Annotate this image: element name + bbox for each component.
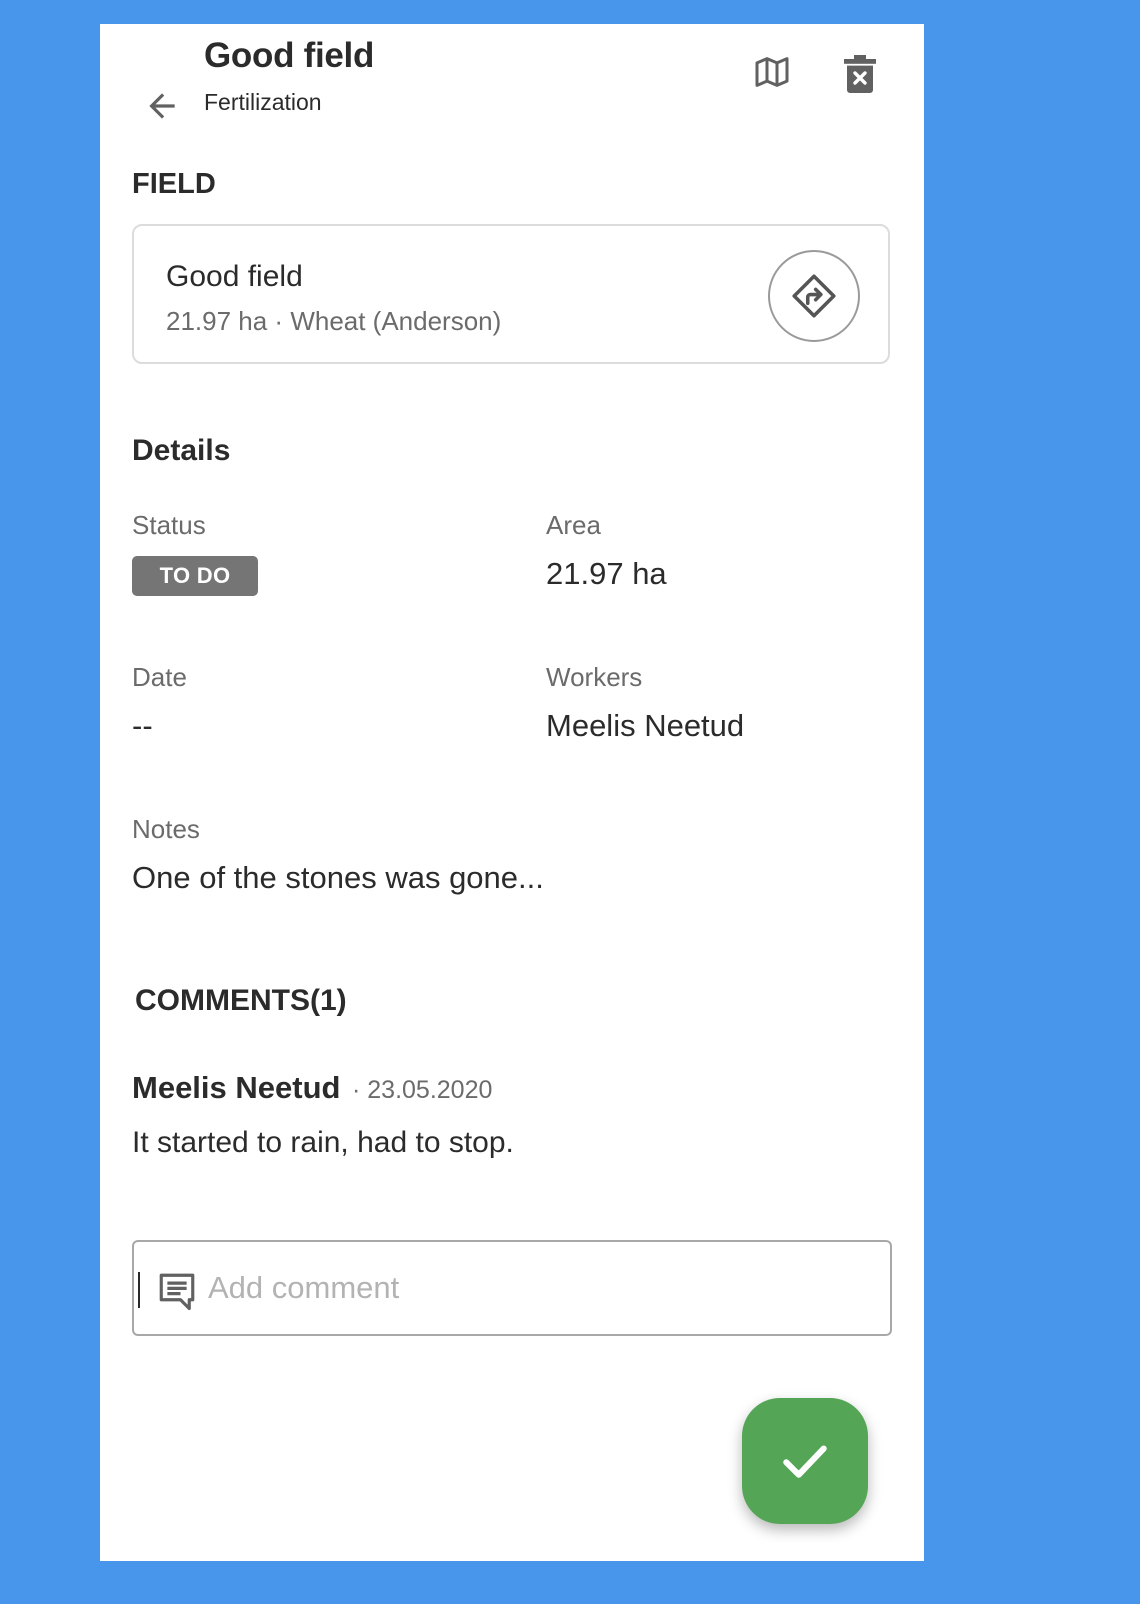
field-card[interactable]: Good field 21.97 ha · Wheat (Anderson) [132, 224, 890, 364]
map-button[interactable] [748, 48, 796, 96]
page-subtitle: Fertilization [204, 89, 322, 115]
page-title: Good field [204, 36, 375, 75]
comment-icon [159, 1273, 195, 1311]
comment-input[interactable] [208, 1262, 868, 1314]
trash-x-icon [844, 55, 876, 93]
field-meta: 21.97 ha · Wheat (Anderson) [166, 306, 502, 336]
area-label: Area [546, 510, 601, 540]
field-section-heading: FIELD [132, 168, 216, 200]
comment-text: It started to rain, had to stop. [132, 1126, 514, 1159]
check-icon [783, 1445, 827, 1478]
back-button[interactable] [140, 84, 184, 128]
notes-value: One of the stones was gone... [132, 860, 544, 895]
task-detail-panel: Good field Fertilization FIELD Good fiel… [100, 24, 924, 1561]
field-name: Good field [166, 260, 303, 293]
status-badge: TO DO [132, 556, 258, 596]
details-heading: Details [132, 434, 231, 467]
workers-value: Meelis Neetud [546, 708, 745, 743]
comment-author: Meelis Neetud [132, 1070, 341, 1105]
workers-label: Workers [546, 662, 643, 692]
directions-button[interactable] [768, 250, 860, 342]
notes-label: Notes [132, 814, 200, 844]
area-value: 21.97 ha [546, 556, 667, 591]
comment-date: · 23.05.2020 [352, 1076, 493, 1104]
arrow-left-icon [149, 93, 175, 119]
text-caret [138, 1272, 140, 1308]
complete-task-button[interactable] [742, 1398, 868, 1524]
date-label: Date [132, 662, 187, 692]
comments-heading: COMMENTS(1) [135, 984, 347, 1017]
map-icon [755, 57, 789, 87]
directions-icon [792, 274, 836, 318]
status-label: Status [132, 510, 206, 540]
delete-button[interactable] [836, 50, 884, 98]
date-value: -- [132, 708, 153, 743]
comment-input-box[interactable] [132, 1240, 892, 1336]
